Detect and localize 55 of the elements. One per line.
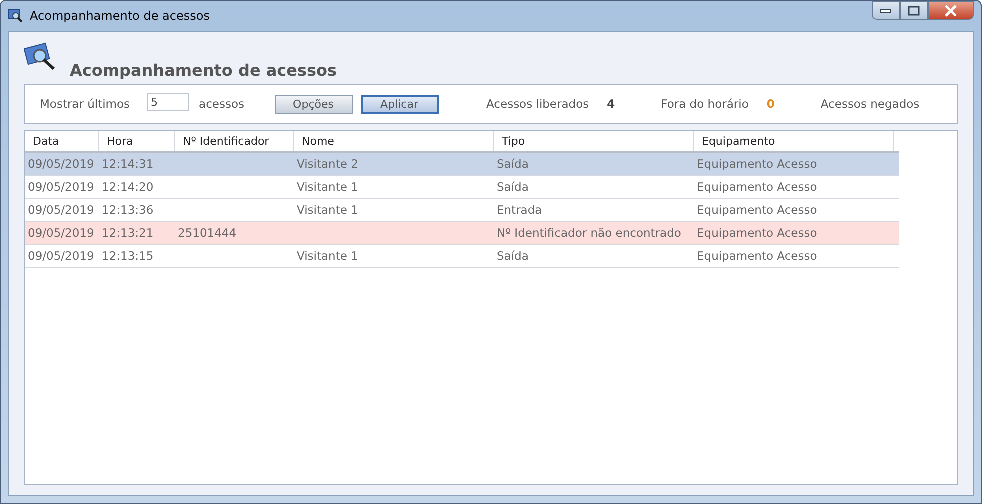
table-cell-text: Entrada: [496, 202, 544, 219]
stat-label: Acessos liberados: [486, 97, 590, 111]
table-cell-text: 12:13:36: [101, 202, 155, 219]
stat-count: 0: [766, 97, 775, 111]
stat-count: 4: [607, 97, 616, 111]
table-cell-text: Visitante 2: [296, 156, 360, 173]
count-field[interactable]: 5: [147, 93, 190, 111]
close-icon: [944, 4, 958, 16]
window-title: Acompanhamento de acessos: [30, 9, 210, 23]
table-row[interactable]: 09/05/2019 12:13:15 Visitante 1 Saída Equipamento Acesso: [25, 245, 899, 268]
table-cell-text: Nº Identificador não encontrado: [496, 225, 682, 242]
table-cell-text: Saída: [496, 248, 530, 265]
table-row[interactable]: 09/05/2019 12:13:21 25101444 Nº Identificador não encontrado Equipamento Acesso: [25, 222, 899, 245]
maximize-button[interactable]: [900, 1, 928, 20]
column-header[interactable]: Data: [25, 131, 99, 151]
table-cell-text: 09/05/2019: [27, 156, 96, 173]
search-icon: [8, 8, 24, 24]
column-header[interactable]: Nº Identificador: [175, 131, 294, 151]
table-cell-text: 09/05/2019: [27, 179, 96, 196]
table-cell-text: Visitante 1: [296, 179, 360, 196]
table-cell-text: 12:14:31: [101, 156, 155, 173]
page-title: Acompanhamento de acessos: [70, 61, 338, 80]
table-cell-text: Equipamento Acesso: [696, 202, 818, 219]
close-button[interactable]: [928, 1, 974, 20]
table-cell-text: Equipamento Acesso: [696, 179, 818, 196]
table-cell-text: 25101444: [177, 225, 238, 242]
table-cell-text: Visitante 1: [296, 202, 360, 219]
table-cell-text: Equipamento Acesso: [696, 156, 818, 173]
column-header[interactable]: Hora: [99, 131, 175, 151]
table-cell-text: Equipamento Acesso: [696, 248, 818, 265]
options-button[interactable]: Opções: [274, 94, 353, 114]
stat-label: Acessos negados: [820, 97, 920, 111]
table-cell-text: 09/05/2019: [27, 202, 96, 219]
column-header[interactable]: Tipo: [494, 131, 694, 151]
table-cell-text: Saída: [496, 179, 530, 196]
magnifier-icon: [24, 42, 58, 72]
column-header[interactable]: Nome: [294, 131, 494, 151]
table-cell-text: 12:13:15: [101, 248, 155, 265]
table-row[interactable]: 09/05/2019 12:14:31 Visitante 2 Saída Equipamento Acesso: [25, 153, 899, 176]
table-cell-text: Visitante 1: [296, 248, 360, 265]
maximize-icon: [908, 6, 920, 16]
table-cell-text: 09/05/2019: [27, 225, 96, 242]
table-row[interactable]: 09/05/2019 12:14:20 Visitante 1 Saída Equipamento Acesso: [25, 176, 899, 199]
table-cell-text: 12:13:21: [101, 225, 155, 242]
table-cell-text: 12:14:20: [101, 179, 155, 196]
filter-label: Mostrar últimos: [40, 97, 130, 111]
filter-suffix: acessos: [199, 97, 245, 111]
stat-label: Fora do horário: [661, 97, 749, 111]
minimize-icon: [880, 8, 892, 14]
table-cell-text: Saída: [496, 156, 530, 173]
table-cell-text: 09/05/2019: [27, 248, 96, 265]
minimize-button[interactable]: [872, 1, 900, 20]
table-cell-text: Equipamento Acesso: [696, 225, 818, 242]
apply-button[interactable]: Aplicar: [360, 94, 439, 114]
column-header[interactable]: Equipamento: [694, 131, 894, 151]
